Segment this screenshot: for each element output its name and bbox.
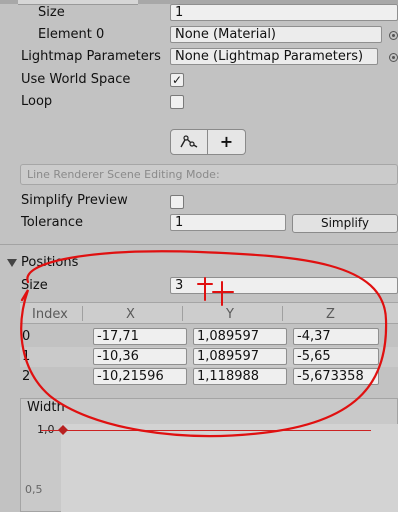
table-row[interactable]: 2 -10,21596 1,118988 -5,673358 bbox=[20, 367, 398, 387]
loop-label: Loop bbox=[21, 94, 53, 109]
table-row[interactable]: 0 -17,71 1,089597 -4,37 bbox=[20, 327, 398, 347]
y-field[interactable]: 1,118988 bbox=[193, 368, 287, 385]
positions-size-field[interactable]: 3 bbox=[170, 277, 398, 294]
materials-size-field[interactable]: 1 bbox=[170, 4, 398, 21]
section-divider bbox=[0, 244, 398, 245]
edit-points-icon bbox=[180, 135, 198, 148]
column-separator[interactable] bbox=[282, 306, 283, 321]
table-row[interactable]: 1 -10,36 1,089597 -5,65 bbox=[20, 347, 398, 367]
x-field[interactable]: -17,71 bbox=[93, 328, 187, 345]
width-curve-panel[interactable]: Width 1,0 0,5 bbox=[20, 398, 398, 512]
lightmap-parameters-field[interactable]: None (Lightmap Parameters) bbox=[170, 48, 378, 65]
element0-label: Element 0 bbox=[38, 27, 105, 42]
tolerance-label: Tolerance bbox=[21, 215, 83, 230]
use-world-space-label: Use World Space bbox=[21, 72, 131, 87]
object-picker-icon[interactable] bbox=[389, 53, 398, 62]
width-curve-line bbox=[41, 430, 371, 431]
z-field[interactable]: -4,37 bbox=[293, 328, 379, 345]
x-field[interactable]: -10,36 bbox=[93, 348, 187, 365]
loop-checkbox[interactable] bbox=[170, 95, 184, 109]
curve-editor-area[interactable] bbox=[61, 424, 398, 512]
inspector-tab-fragment[interactable] bbox=[18, 0, 138, 5]
foldout-arrow-icon[interactable] bbox=[7, 259, 17, 267]
z-field[interactable]: -5,673358 bbox=[293, 368, 379, 385]
y-field[interactable]: 1,089597 bbox=[193, 348, 287, 365]
use-world-space-checkbox[interactable]: ✓ bbox=[170, 73, 184, 87]
scene-editing-mode-box: Line Renderer Scene Editing Mode: bbox=[20, 164, 398, 185]
positions-title[interactable]: Positions bbox=[21, 255, 78, 270]
row-index: 1 bbox=[22, 349, 31, 364]
positions-table-header: Index X Y Z bbox=[20, 302, 398, 324]
column-header-index[interactable]: Index bbox=[32, 307, 68, 322]
column-header-z[interactable]: Z bbox=[326, 307, 335, 322]
materials-size-label: Size bbox=[38, 5, 65, 20]
column-header-y[interactable]: Y bbox=[226, 307, 234, 322]
column-separator[interactable] bbox=[82, 306, 83, 321]
element0-object-field[interactable]: None (Material) bbox=[170, 26, 382, 43]
positions-size-label: Size bbox=[21, 278, 48, 293]
y-field[interactable]: 1,089597 bbox=[193, 328, 287, 345]
simplify-preview-label: Simplify Preview bbox=[21, 193, 128, 208]
add-point-button[interactable]: + bbox=[208, 129, 246, 155]
object-picker-icon[interactable] bbox=[389, 31, 398, 40]
curve-key-icon[interactable] bbox=[57, 424, 69, 436]
tolerance-field[interactable]: 1 bbox=[170, 214, 286, 231]
row-index: 0 bbox=[22, 329, 31, 344]
x-field[interactable]: -10,21596 bbox=[93, 368, 187, 385]
edit-points-button[interactable] bbox=[170, 129, 208, 155]
simplify-button[interactable]: Simplify bbox=[292, 214, 398, 233]
row-index: 2 bbox=[22, 369, 31, 384]
curve-axis-mid-label: 0,5 bbox=[25, 483, 43, 496]
simplify-preview-checkbox[interactable] bbox=[170, 195, 184, 209]
lightmap-parameters-label: Lightmap Parameters bbox=[21, 49, 161, 64]
column-header-x[interactable]: X bbox=[126, 307, 135, 322]
z-field[interactable]: -5,65 bbox=[293, 348, 379, 365]
width-curve-title: Width bbox=[27, 400, 65, 415]
column-separator[interactable] bbox=[182, 306, 183, 321]
